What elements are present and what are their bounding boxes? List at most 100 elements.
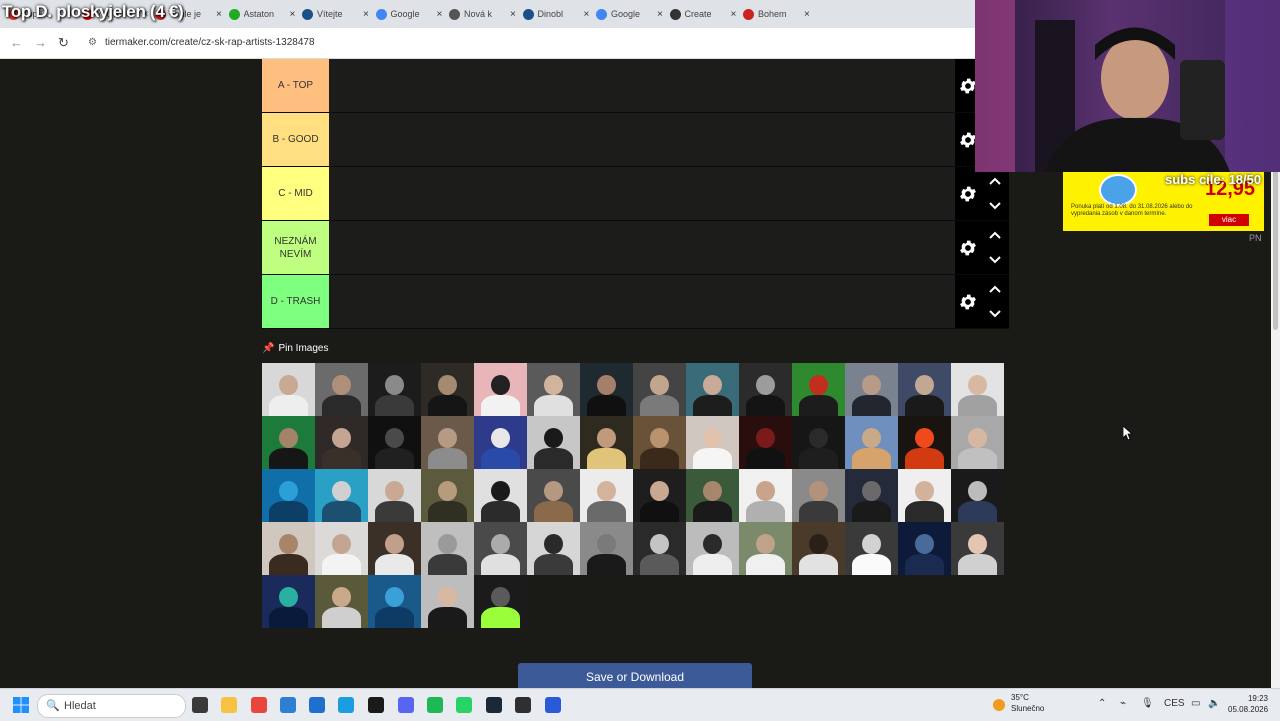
language-indicator[interactable]: CES xyxy=(1164,698,1185,709)
tab-close-icon[interactable]: × xyxy=(584,9,590,20)
store-icon[interactable] xyxy=(280,697,296,713)
artist-image[interactable] xyxy=(633,522,686,575)
artist-image[interactable] xyxy=(792,416,845,469)
artist-image[interactable] xyxy=(686,363,739,416)
browser-tab[interactable]: Vítejte × xyxy=(302,4,369,24)
file-explorer-icon[interactable] xyxy=(221,697,237,713)
whatsapp-icon[interactable] xyxy=(456,697,472,713)
artist-image[interactable] xyxy=(633,363,686,416)
artist-image[interactable] xyxy=(315,363,368,416)
tab-close-icon[interactable]: × xyxy=(363,9,369,20)
browser-tab[interactable]: Google × xyxy=(596,4,663,24)
network-icon[interactable]: ⌁ xyxy=(1120,698,1126,709)
artist-image[interactable] xyxy=(845,522,898,575)
tier-drop-zone[interactable] xyxy=(329,275,955,328)
obs-icon[interactable] xyxy=(515,697,531,713)
tab-close-icon[interactable]: × xyxy=(657,9,663,20)
windows-start-icon[interactable] xyxy=(13,697,29,713)
chevron-up-icon[interactable] xyxy=(989,230,1001,240)
tab-close-icon[interactable]: × xyxy=(731,9,737,20)
artist-image[interactable] xyxy=(845,416,898,469)
chevron-down-icon[interactable] xyxy=(989,201,1001,211)
artist-image[interactable] xyxy=(474,522,527,575)
tier-drop-zone[interactable] xyxy=(329,221,955,274)
artist-image[interactable] xyxy=(951,522,1004,575)
chrome-icon[interactable] xyxy=(251,697,267,713)
artist-image[interactable] xyxy=(951,469,1004,522)
tray-overflow-icon[interactable]: ⌃ xyxy=(1098,698,1106,709)
tier-label[interactable]: D - TRASH xyxy=(262,275,329,328)
tab-close-icon[interactable]: × xyxy=(437,9,443,20)
artist-image[interactable] xyxy=(898,522,951,575)
artist-image[interactable] xyxy=(951,416,1004,469)
weather-widget[interactable]: 35°C Slunečno xyxy=(1011,692,1044,714)
browser-tab[interactable]: Nová k × xyxy=(449,4,516,24)
artist-image[interactable] xyxy=(633,416,686,469)
ad-more-button[interactable]: viac xyxy=(1209,214,1249,226)
browser-tab[interactable]: Create × xyxy=(669,4,737,24)
artist-image[interactable] xyxy=(527,416,580,469)
tier-label[interactable]: B - GOOD xyxy=(262,113,329,166)
forward-icon[interactable]: → xyxy=(34,35,47,50)
browser-tab[interactable]: Bohem × xyxy=(743,4,810,24)
artist-image[interactable] xyxy=(686,522,739,575)
artist-image[interactable] xyxy=(421,575,474,628)
chevron-down-icon[interactable] xyxy=(989,309,1001,319)
task-view-icon[interactable] xyxy=(192,697,208,713)
artist-image[interactable] xyxy=(792,363,845,416)
artist-image[interactable] xyxy=(315,522,368,575)
artist-image[interactable] xyxy=(262,575,315,628)
pin-images-toggle[interactable]: 📌 Pin Images xyxy=(262,343,328,354)
tier-label[interactable]: A - TOP xyxy=(262,59,329,112)
display-icon[interactable]: ▭ xyxy=(1191,698,1200,709)
back-icon[interactable]: ← xyxy=(10,35,23,50)
artist-image[interactable] xyxy=(262,469,315,522)
artist-image[interactable] xyxy=(845,363,898,416)
tier-label[interactable]: C - MID xyxy=(262,167,329,220)
url-input[interactable]: tiermaker.com/create/cz-sk-rap-artists-1… xyxy=(105,37,315,48)
artist-image[interactable] xyxy=(845,469,898,522)
artist-image[interactable] xyxy=(792,522,845,575)
clock[interactable]: 19:23 05.08.2026 xyxy=(1228,693,1268,715)
artist-image[interactable] xyxy=(633,469,686,522)
artist-image[interactable] xyxy=(368,469,421,522)
artist-image[interactable] xyxy=(474,575,527,628)
volume-icon[interactable]: 🔈 xyxy=(1208,698,1220,709)
artist-image[interactable] xyxy=(739,522,792,575)
artist-image[interactable] xyxy=(315,416,368,469)
artist-image[interactable] xyxy=(262,522,315,575)
artist-image[interactable] xyxy=(474,416,527,469)
artist-image[interactable] xyxy=(368,575,421,628)
artist-image[interactable] xyxy=(527,469,580,522)
artist-image[interactable] xyxy=(421,363,474,416)
artist-image[interactable] xyxy=(421,416,474,469)
browser-tab[interactable]: Google × xyxy=(375,4,443,24)
artist-image[interactable] xyxy=(686,416,739,469)
save-or-download-button[interactable]: Save or Download xyxy=(518,663,752,690)
artist-image[interactable] xyxy=(421,469,474,522)
tab-close-icon[interactable]: × xyxy=(290,9,296,20)
tab-close-icon[interactable]: × xyxy=(510,9,516,20)
tier-drop-zone[interactable] xyxy=(329,167,955,220)
discord-icon[interactable] xyxy=(398,697,414,713)
taskbar-search[interactable]: 🔍 Hledat xyxy=(37,694,186,718)
artist-image[interactable] xyxy=(527,522,580,575)
gear-icon[interactable] xyxy=(958,238,978,258)
artist-image[interactable] xyxy=(686,469,739,522)
site-info-icon[interactable]: ⚙ xyxy=(88,37,97,48)
artist-image[interactable] xyxy=(315,575,368,628)
artist-image[interactable] xyxy=(580,469,633,522)
tier-drop-zone[interactable] xyxy=(329,59,955,112)
artist-image[interactable] xyxy=(580,522,633,575)
gear-icon[interactable] xyxy=(958,292,978,312)
artist-image[interactable] xyxy=(315,469,368,522)
browser-tab[interactable]: Dinobl × xyxy=(522,4,590,24)
chevron-up-icon[interactable] xyxy=(989,176,1001,186)
chevron-up-icon[interactable] xyxy=(989,284,1001,294)
gear-icon[interactable] xyxy=(958,184,978,204)
browser-tab[interactable]: Astaton × xyxy=(228,4,296,24)
chevron-down-icon[interactable] xyxy=(989,255,1001,265)
steam-icon[interactable] xyxy=(486,697,502,713)
tier-label[interactable]: NEZNÁM NEVÍM xyxy=(262,221,329,274)
artist-image[interactable] xyxy=(580,416,633,469)
